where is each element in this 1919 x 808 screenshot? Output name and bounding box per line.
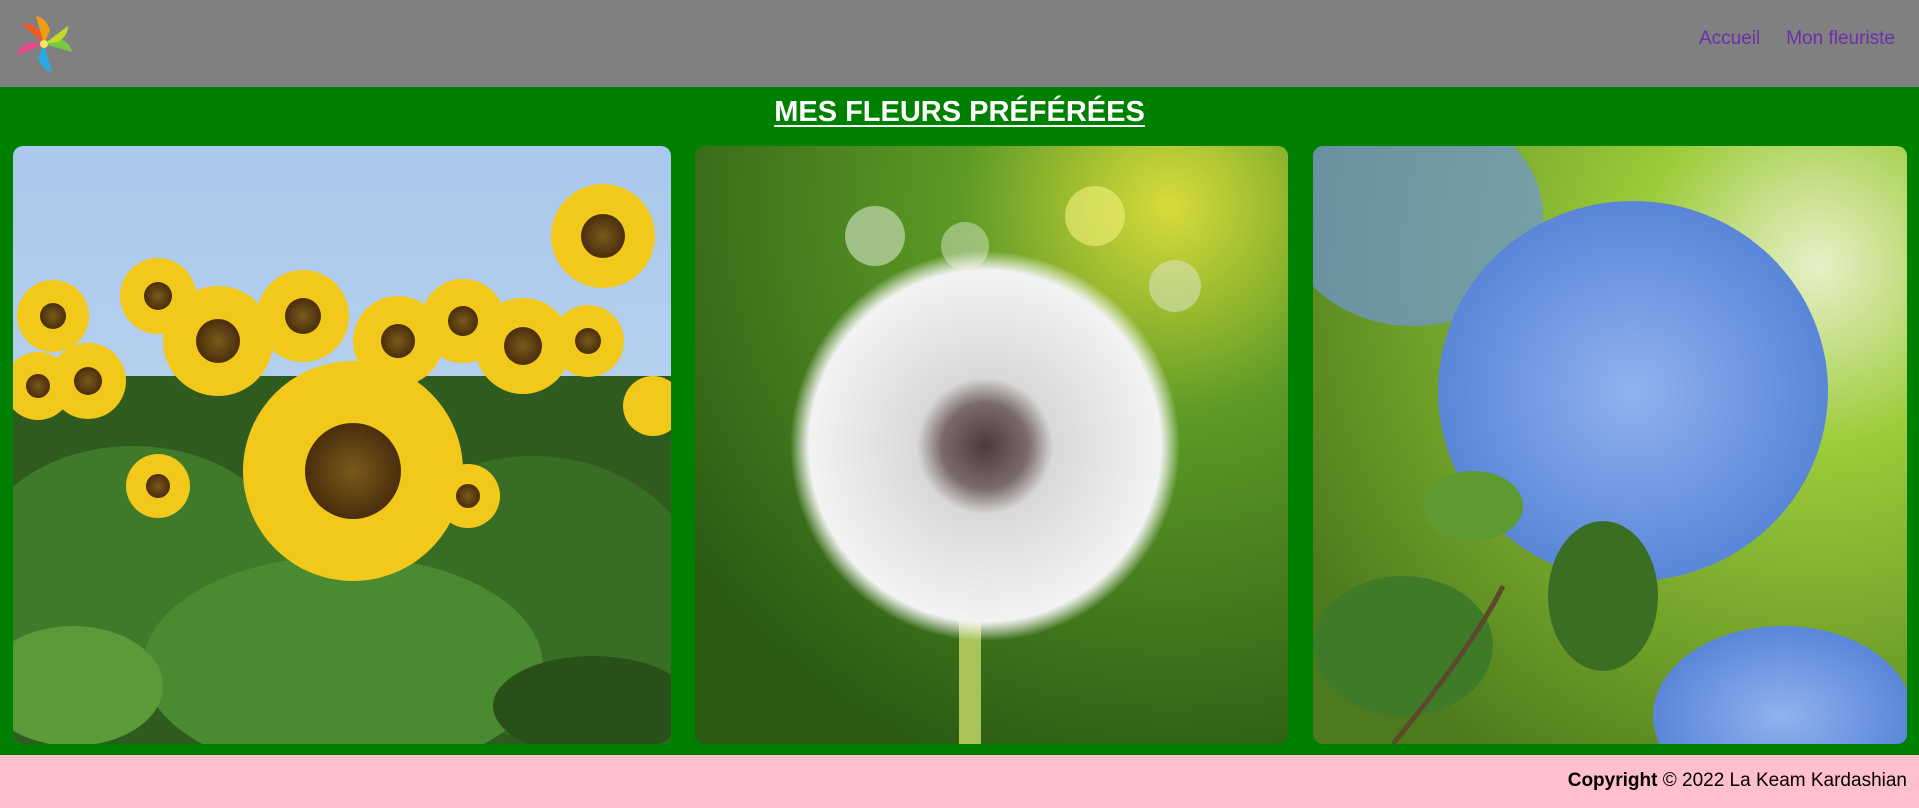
hydrangea-photo (1313, 146, 1907, 744)
main-content: MES FLEURS PRÉFÉRÉES (0, 87, 1919, 755)
pinwheel-logo-icon[interactable] (12, 12, 76, 76)
copyright-owner: © 2022 La Keam Kardashian (1662, 770, 1907, 791)
sunflowers-photo (13, 146, 671, 744)
copyright-label: Copyright (1567, 770, 1658, 791)
dandelion-photo (695, 146, 1288, 744)
nav-link-mon-fleuriste[interactable]: Mon fleuriste (1786, 28, 1895, 50)
site-footer: Copyright © 2022 La Keam Kardashian (0, 755, 1919, 808)
main-nav: Accueil Mon fleuriste (1699, 28, 1895, 50)
site-header: Accueil Mon fleuriste (0, 0, 1919, 87)
page-title: MES FLEURS PRÉFÉRÉES (774, 96, 1145, 128)
nav-link-accueil[interactable]: Accueil (1699, 28, 1760, 50)
copyright-text: Copyright © 2022 La Keam Kardashian (1568, 770, 1907, 792)
